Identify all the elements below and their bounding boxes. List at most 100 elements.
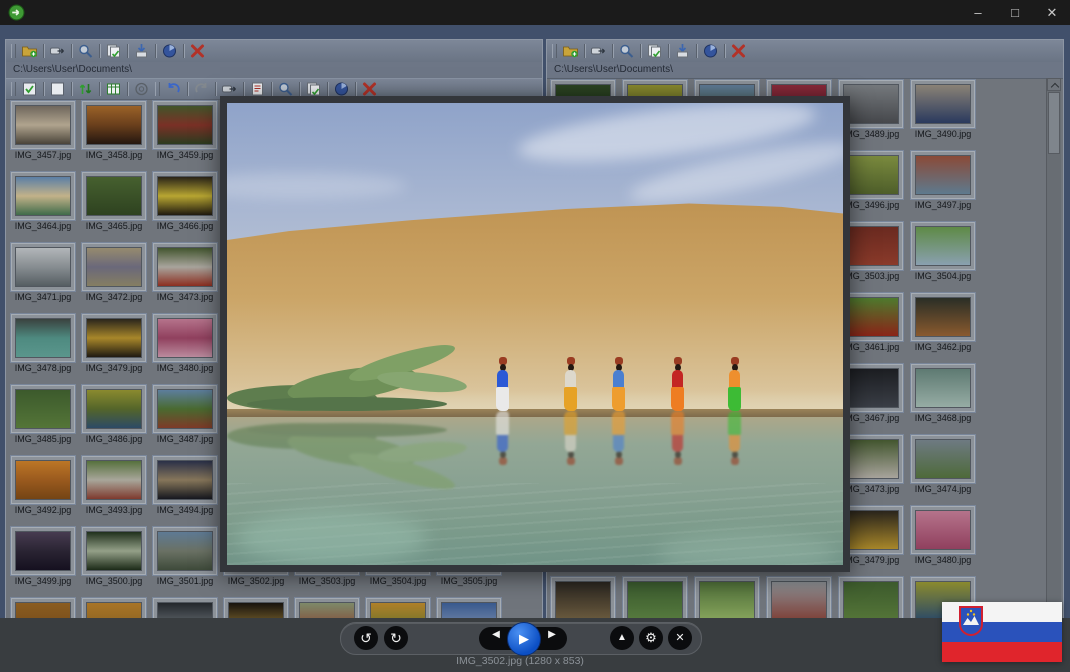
walking-figure — [494, 357, 512, 411]
thumbnail-frame — [911, 435, 975, 483]
thumbnail-frame — [153, 172, 217, 220]
thumbnail-frame — [82, 243, 146, 291]
search-icon[interactable] — [77, 43, 94, 59]
walking-figure — [562, 357, 580, 411]
thumbnail-frame — [153, 385, 217, 433]
figure-skirt — [671, 387, 684, 411]
separator — [71, 44, 72, 58]
thumbnail-label: IMG_3494.jpg — [156, 505, 214, 515]
left-path-bar[interactable]: C:\Users\User\Documents\ — [6, 62, 542, 79]
redo-icon[interactable] — [193, 81, 210, 97]
rename-icon[interactable] — [49, 43, 66, 59]
thumbnail-label: IMG_3480.jpg — [156, 363, 214, 373]
maximize-button[interactable]: □ — [998, 2, 1032, 23]
new-folder-icon[interactable] — [562, 43, 579, 59]
thumbnail-image — [555, 581, 611, 619]
script-icon[interactable] — [249, 81, 266, 97]
search-icon[interactable] — [618, 43, 635, 59]
walking-figure — [726, 357, 744, 411]
thumbnail-label: IMG_3458.jpg — [85, 150, 143, 160]
next-button[interactable]: ▶ — [537, 623, 567, 646]
copy-check-icon[interactable] — [646, 43, 663, 59]
thumbnail-frame — [623, 577, 687, 619]
thumbnail-image — [86, 176, 142, 216]
water-pot — [731, 457, 739, 465]
thumbnail-label: IMG_3497.jpg — [914, 200, 972, 210]
scrollbar-thumb[interactable] — [1048, 92, 1060, 154]
thumbnail-image — [441, 602, 497, 619]
thumbnail-label: IMG_3466.jpg — [156, 221, 214, 231]
thumbnail-frame — [224, 598, 288, 619]
thumbnail-label: IMG_3474.jpg — [914, 484, 972, 494]
viewer-status-text: IMG_3502.jpg (1280 x 853) — [456, 655, 584, 667]
search-icon[interactable] — [277, 81, 294, 97]
checkbox-checked-icon[interactable] — [21, 81, 38, 97]
rotate-right-button[interactable]: ↻ — [384, 626, 408, 650]
grid-view-icon[interactable] — [105, 81, 122, 97]
thumbnail-frame — [437, 598, 501, 619]
right-path-bar[interactable]: C:\Users\User\Documents\ — [547, 62, 1063, 79]
pie-chart-icon[interactable] — [702, 43, 719, 59]
separator — [43, 82, 44, 96]
figure-reflection — [610, 411, 628, 465]
figure-skirt — [612, 411, 625, 435]
spiral-icon[interactable] — [133, 81, 150, 97]
thumbnail-frame — [551, 577, 615, 619]
figure-reflection — [562, 411, 580, 465]
thumbnail-label: IMG_3457.jpg — [14, 150, 72, 160]
photo-desert-oasis[interactable] — [227, 103, 843, 565]
scroll-up-button[interactable] — [1047, 78, 1061, 92]
exit-fullscreen-button[interactable]: ▲ — [610, 626, 634, 650]
play-button[interactable]: ▶ — [507, 622, 541, 656]
thumbnail-image — [843, 581, 899, 619]
slovenia-flag[interactable] — [942, 602, 1062, 662]
thumbnail-image — [157, 602, 213, 619]
thumbnail-image — [915, 84, 971, 124]
thumbnail-frame — [839, 577, 903, 619]
copy-check-icon[interactable] — [305, 81, 322, 97]
pie-chart-icon[interactable] — [333, 81, 350, 97]
separator — [584, 44, 585, 58]
thumbnail-image — [915, 510, 971, 550]
delete-icon[interactable] — [730, 43, 747, 59]
delete-icon[interactable] — [361, 81, 378, 97]
thumbnail-label: IMG_3473.jpg — [156, 292, 214, 302]
settings-gear-button[interactable]: ⚙ — [639, 626, 663, 650]
title-bar: – □ ✕ — [0, 0, 1070, 25]
move-down-icon[interactable] — [674, 43, 691, 59]
oasis-bush-reflection — [227, 417, 468, 496]
move-down-icon[interactable] — [133, 43, 150, 59]
undo-icon[interactable] — [165, 81, 182, 97]
thumbnail-label: IMG_3504.jpg — [369, 576, 427, 586]
thumbnail-label: IMG_3459.jpg — [156, 150, 214, 160]
right-scrollbar[interactable] — [1046, 78, 1061, 617]
thumbnail-image — [157, 531, 213, 571]
rename-icon[interactable] — [221, 81, 238, 97]
thumbnail-image — [86, 318, 142, 358]
thumbnail-image — [843, 439, 899, 479]
checkbox-empty-icon[interactable] — [49, 81, 66, 97]
close-slideshow-button[interactable]: ✕ — [668, 626, 692, 650]
rotate-left-button[interactable]: ↺ — [354, 626, 378, 650]
toolbar-grip — [552, 44, 557, 58]
close-button[interactable]: ✕ — [1035, 2, 1069, 23]
separator — [127, 82, 128, 96]
thumbnail-frame — [11, 598, 75, 619]
separator — [640, 44, 641, 58]
thumbnail-frame — [82, 172, 146, 220]
thumbnail-frame — [153, 314, 217, 362]
new-folder-icon[interactable] — [21, 43, 38, 59]
photo-water-highlight — [237, 511, 427, 565]
app-icon — [8, 4, 25, 21]
thumbnail-frame — [153, 527, 217, 575]
delete-icon[interactable] — [189, 43, 206, 59]
thumbnail-frame — [695, 577, 759, 619]
thumbnail-frame — [11, 527, 75, 575]
minimize-button[interactable]: – — [961, 2, 995, 23]
pie-chart-icon[interactable] — [161, 43, 178, 59]
thumbnail-label: IMG_3468.jpg — [914, 413, 972, 423]
sort-up-down-icon[interactable] — [77, 81, 94, 97]
copy-check-icon[interactable] — [105, 43, 122, 59]
rename-icon[interactable] — [590, 43, 607, 59]
separator — [99, 82, 100, 96]
